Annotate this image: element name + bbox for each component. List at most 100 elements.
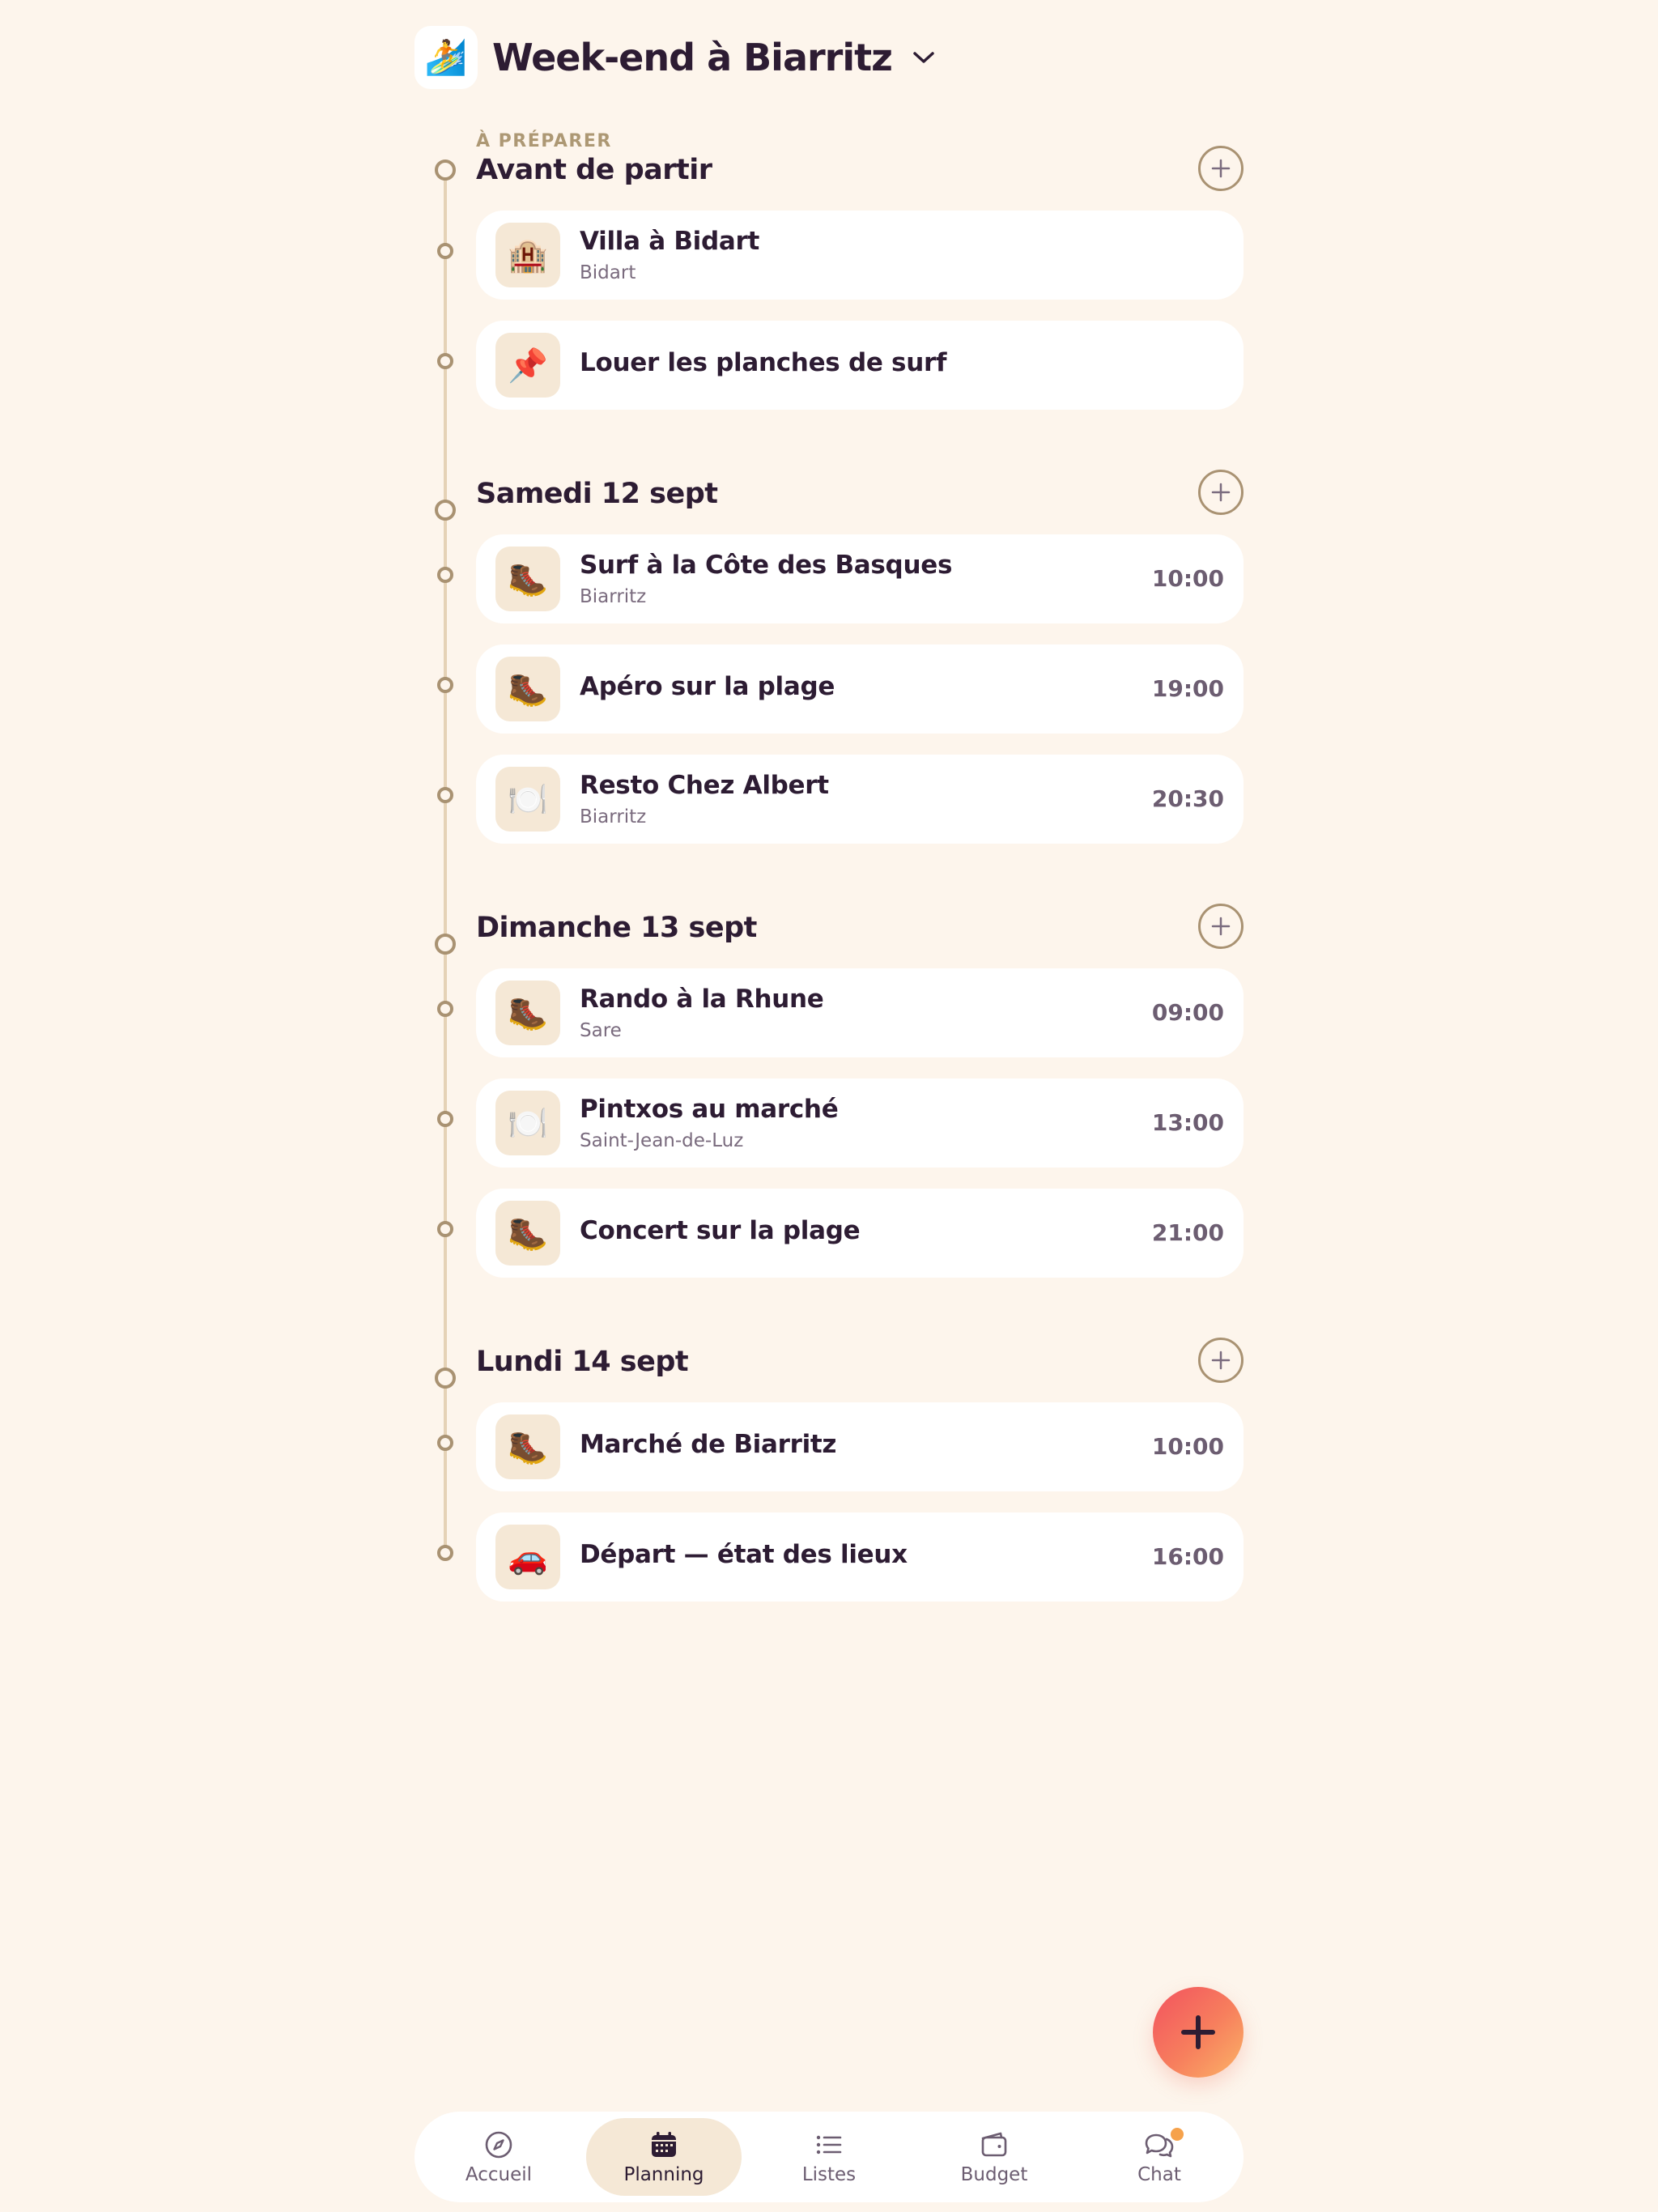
nav-item-listes[interactable]: Listes [751, 2118, 907, 2196]
item-emoji: 🍽️ [508, 781, 548, 819]
plus-icon [1211, 917, 1231, 936]
nav-label: Listes [801, 2164, 857, 2185]
pushpin-icon: 📌 [495, 333, 560, 398]
planning-item[interactable]: 🥾 Rando à la Rhune Sare 09:00 [476, 968, 1244, 1057]
item-timeline-dot [437, 1001, 453, 1017]
item-time: 09:00 [1151, 999, 1224, 1026]
item-time: 13:00 [1151, 1109, 1224, 1136]
item-time: 10:00 [1151, 1433, 1224, 1460]
planning-item[interactable]: 🥾 Surf à la Côte des Basques Biarritz 10… [476, 534, 1244, 623]
item-timeline-dot [437, 1111, 453, 1127]
planning-screen: 🏄 Week-end à Biarritz À PRÉPARER Avant d… [0, 0, 1658, 2212]
plus-icon [1211, 159, 1231, 178]
item-location: Bidart [580, 262, 636, 283]
chevron-down-icon[interactable] [910, 44, 937, 71]
item-title: Resto Chez Albert [580, 771, 829, 800]
item-emoji: 🥾 [508, 1428, 548, 1466]
timeline-line [444, 172, 447, 1555]
planning-item[interactable]: 🚗 Départ — état des lieux 16:00 [476, 1512, 1244, 1602]
wallet-icon [978, 2129, 1010, 2161]
item-time: 20:30 [1151, 785, 1224, 812]
item-timeline-dot [437, 243, 453, 259]
calendar-icon [648, 2129, 680, 2161]
add-item-button[interactable] [1198, 146, 1244, 191]
section-title: Dimanche 13 sept [476, 912, 757, 944]
nav-item-budget[interactable]: Budget [916, 2118, 1072, 2196]
item-emoji: 🍽️ [508, 1104, 548, 1142]
car-icon: 🚗 [495, 1525, 560, 1589]
item-emoji: 🏨 [508, 236, 548, 274]
nav-label: Planning [623, 2164, 704, 2185]
item-title: Surf à la Côte des Basques [580, 551, 953, 580]
planning-item[interactable]: 🍽️ Resto Chez Albert Biarritz 20:30 [476, 755, 1244, 844]
planning-item[interactable]: 🥾 Apéro sur la plage 19:00 [476, 644, 1244, 734]
item-timeline-dot [437, 353, 453, 369]
plus-icon [1211, 1351, 1231, 1370]
plate-cutlery-icon: 🍽️ [495, 767, 560, 832]
bottom-nav: Accueil Planning Listes Budget Chat [414, 2112, 1244, 2202]
hiking-boot-icon: 🥾 [495, 547, 560, 611]
trip-emoji: 🏄 [424, 37, 468, 77]
section-timeline-dot [435, 1368, 456, 1389]
item-emoji: 🥾 [508, 1214, 548, 1253]
section-title: Lundi 14 sept [476, 1346, 689, 1378]
nav-item-chat[interactable]: Chat [1082, 2118, 1237, 2196]
item-title: Apéro sur la plage [580, 672, 835, 701]
add-item-button[interactable] [1198, 470, 1244, 515]
item-timeline-dot [437, 677, 453, 693]
planning-item[interactable]: 📌 Louer les planches de surf [476, 321, 1244, 410]
hiking-boot-icon: 🥾 [495, 1201, 560, 1266]
section-timeline-dot [435, 160, 456, 181]
item-timeline-dot [437, 1221, 453, 1237]
item-timeline-dot [437, 1545, 453, 1561]
item-location: Saint-Jean-de-Luz [580, 1130, 744, 1151]
item-location: Sare [580, 1020, 622, 1041]
section-title: Samedi 12 sept [476, 478, 718, 510]
nav-label: Chat [1137, 2164, 1181, 2185]
item-timeline-dot [437, 1435, 453, 1451]
add-fab-button[interactable] [1153, 1987, 1244, 2078]
item-time: 16:00 [1151, 1543, 1224, 1570]
hotel-icon: 🏨 [495, 223, 560, 287]
hiking-boot-icon: 🥾 [495, 981, 560, 1045]
nav-item-accueil[interactable]: Accueil [421, 2118, 576, 2196]
planning-item[interactable]: 🏨 Villa à Bidart Bidart [476, 211, 1244, 300]
item-emoji: 🥾 [508, 560, 548, 598]
item-title: Pintxos au marché [580, 1095, 839, 1124]
hiking-boot-icon: 🥾 [495, 1414, 560, 1479]
item-title: Louer les planches de surf [580, 348, 947, 377]
item-location: Biarritz [580, 586, 647, 607]
item-emoji: 🥾 [508, 994, 548, 1032]
section-timeline-dot [435, 934, 456, 955]
list-icon [813, 2129, 845, 2161]
item-emoji: 📌 [508, 347, 548, 385]
section-kicker: À PRÉPARER [476, 131, 612, 151]
trip-header[interactable]: 🏄 Week-end à Biarritz [414, 26, 937, 89]
add-item-button[interactable] [1198, 904, 1244, 949]
item-title: Villa à Bidart [580, 227, 760, 256]
item-title: Marché de Biarritz [580, 1430, 837, 1459]
nav-label: Accueil [465, 2164, 533, 2185]
planning-item[interactable]: 🥾 Concert sur la plage 21:00 [476, 1189, 1244, 1278]
add-item-button[interactable] [1198, 1338, 1244, 1383]
item-title: Concert sur la plage [580, 1216, 861, 1245]
item-location: Biarritz [580, 806, 647, 827]
item-emoji: 🥾 [508, 670, 548, 708]
notification-badge [1171, 2128, 1184, 2141]
trip-title[interactable]: Week-end à Biarritz [492, 36, 893, 79]
item-time: 10:00 [1151, 565, 1224, 592]
item-title: Départ — état des lieux [580, 1540, 908, 1569]
item-time: 19:00 [1151, 675, 1224, 702]
item-title: Rando à la Rhune [580, 985, 824, 1014]
item-time: 21:00 [1151, 1219, 1224, 1246]
plus-icon [1181, 2015, 1215, 2049]
hiking-boot-icon: 🥾 [495, 657, 560, 721]
surfer-emoji-icon: 🏄 [414, 26, 478, 89]
planning-item[interactable]: 🍽️ Pintxos au marché Saint-Jean-de-Luz 1… [476, 1078, 1244, 1168]
item-emoji: 🚗 [508, 1538, 548, 1576]
plus-icon [1211, 483, 1231, 502]
plate-cutlery-icon: 🍽️ [495, 1091, 560, 1155]
planning-item[interactable]: 🥾 Marché de Biarritz 10:00 [476, 1402, 1244, 1491]
compass-icon [483, 2129, 515, 2161]
nav-item-planning[interactable]: Planning [586, 2118, 742, 2196]
